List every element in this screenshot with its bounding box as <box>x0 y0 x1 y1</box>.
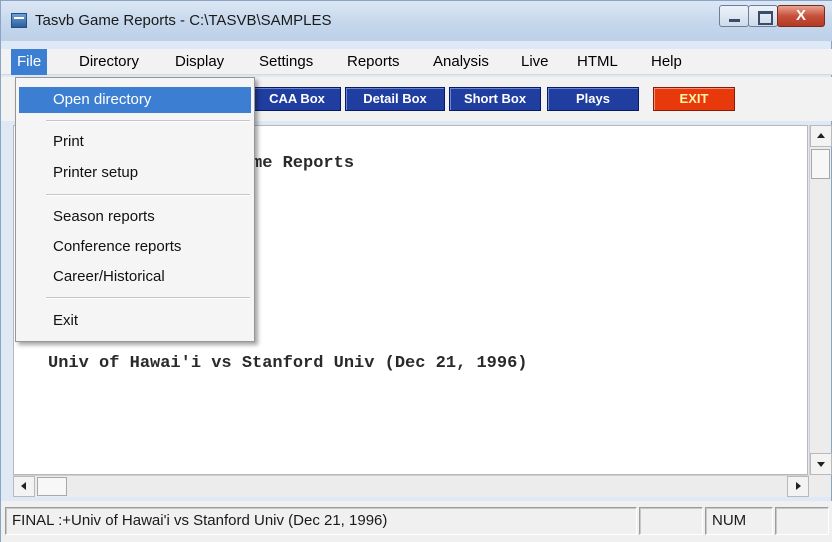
app-window: Tasvb Game Reports - C:\TASVB\SAMPLES X … <box>0 0 832 542</box>
scroll-right-icon[interactable] <box>787 476 809 497</box>
exit-button[interactable]: EXIT <box>653 87 735 111</box>
status-pane-empty <box>639 507 703 535</box>
maximize-button[interactable] <box>748 5 778 27</box>
menu-item-open-directory[interactable]: Open directory <box>19 87 251 113</box>
menu-item-print[interactable]: Print <box>19 129 251 155</box>
menu-item-career-historical[interactable]: Career/Historical <box>19 264 251 290</box>
window-title: Tasvb Game Reports - C:\TASVB\SAMPLES <box>35 12 332 29</box>
title-bar[interactable]: Tasvb Game Reports - C:\TASVB\SAMPLES X <box>1 1 832 41</box>
scroll-left-icon[interactable] <box>13 476 35 497</box>
menu-item-exit[interactable]: Exit <box>19 308 251 334</box>
app-icon[interactable] <box>11 13 27 28</box>
menu-item-conference-reports[interactable]: Conference reports <box>19 234 251 260</box>
menu-directory[interactable]: Directory <box>73 49 145 75</box>
scroll-down-icon[interactable] <box>810 453 832 475</box>
menu-live[interactable]: Live <box>515 49 555 75</box>
caption-buttons: X <box>719 5 825 29</box>
minimize-button[interactable] <box>719 5 749 27</box>
status-message: FINAL :+Univ of Hawai'i vs Stanford Univ… <box>5 507 637 535</box>
menu-help[interactable]: Help <box>645 49 688 75</box>
menu-settings[interactable]: Settings <box>253 49 319 75</box>
menu-file[interactable]: File <box>11 49 48 75</box>
menu-display[interactable]: Display <box>169 49 230 75</box>
close-button[interactable]: X <box>777 5 825 27</box>
ncaa-box-button[interactable]: CAA Box <box>253 87 341 111</box>
menu-item-printer-setup[interactable]: Printer setup <box>19 160 251 186</box>
menu-reports[interactable]: Reports <box>341 49 406 75</box>
scrollbar-corner <box>809 475 831 497</box>
scroll-up-icon[interactable] <box>810 125 832 147</box>
short-box-button[interactable]: Short Box <box>449 87 541 111</box>
vertical-scrollbar[interactable] <box>809 125 832 475</box>
menu-html[interactable]: HTML <box>571 49 624 75</box>
menu-bar: File Directory Display Settings Reports … <box>1 49 832 75</box>
menu-analysis[interactable]: Analysis <box>427 49 495 75</box>
close-icon: X <box>795 7 806 24</box>
horizontal-scroll-thumb[interactable] <box>37 477 67 496</box>
file-menu-dropdown: Open directory Print Printer setup Seaso… <box>15 77 255 342</box>
status-pane-last <box>775 507 829 535</box>
status-bar: FINAL :+Univ of Hawai'i vs Stanford Univ… <box>1 501 832 542</box>
num-lock-indicator: NUM <box>705 507 773 535</box>
menu-item-season-reports[interactable]: Season reports <box>19 204 251 230</box>
vertical-scroll-thumb[interactable] <box>811 149 830 179</box>
report-game-line: Univ of Hawai'i vs Stanford Univ (Dec 21… <box>48 354 528 373</box>
horizontal-scrollbar[interactable] <box>13 475 809 497</box>
menu-separator <box>46 297 250 299</box>
detail-box-button[interactable]: Detail Box <box>345 87 445 111</box>
report-heading: me Reports <box>252 154 355 173</box>
menu-separator <box>46 194 250 196</box>
menu-separator <box>46 120 250 122</box>
plays-button[interactable]: Plays <box>547 87 639 111</box>
